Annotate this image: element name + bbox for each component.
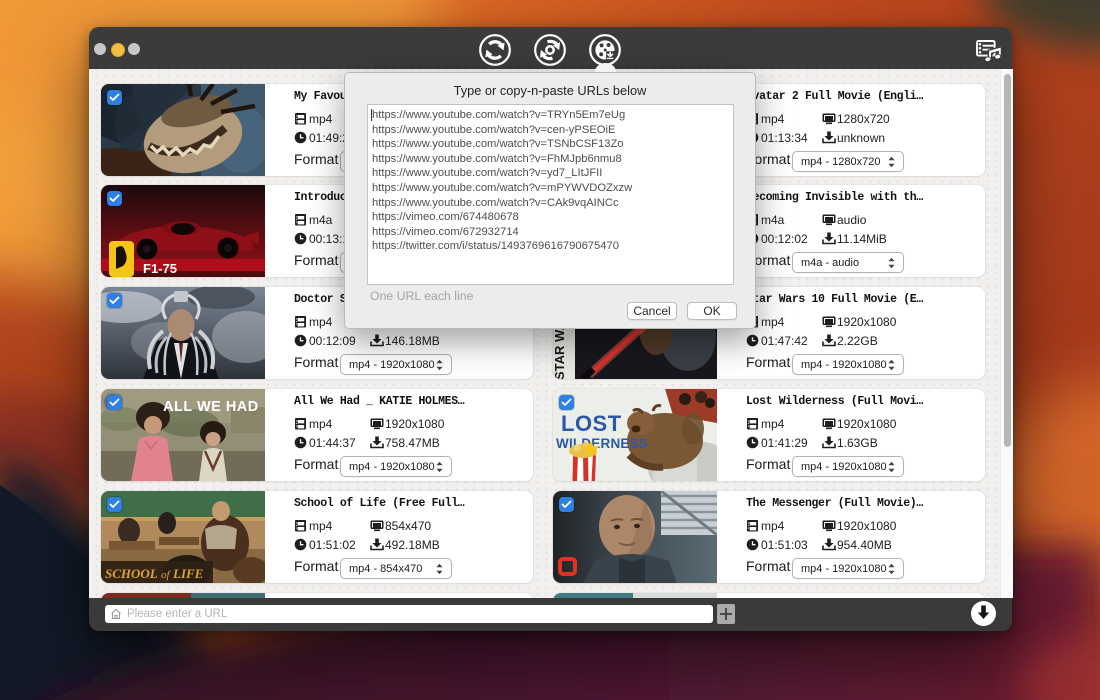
svg-text:LOST: LOST: [561, 411, 622, 436]
svg-text:LIFE: LIFE: [172, 566, 204, 581]
svg-text:F1-75: F1-75: [143, 261, 177, 276]
svg-text:SCHOOL: SCHOOL: [105, 566, 158, 581]
svg-text:ALL WE HAD: ALL WE HAD: [163, 399, 259, 415]
